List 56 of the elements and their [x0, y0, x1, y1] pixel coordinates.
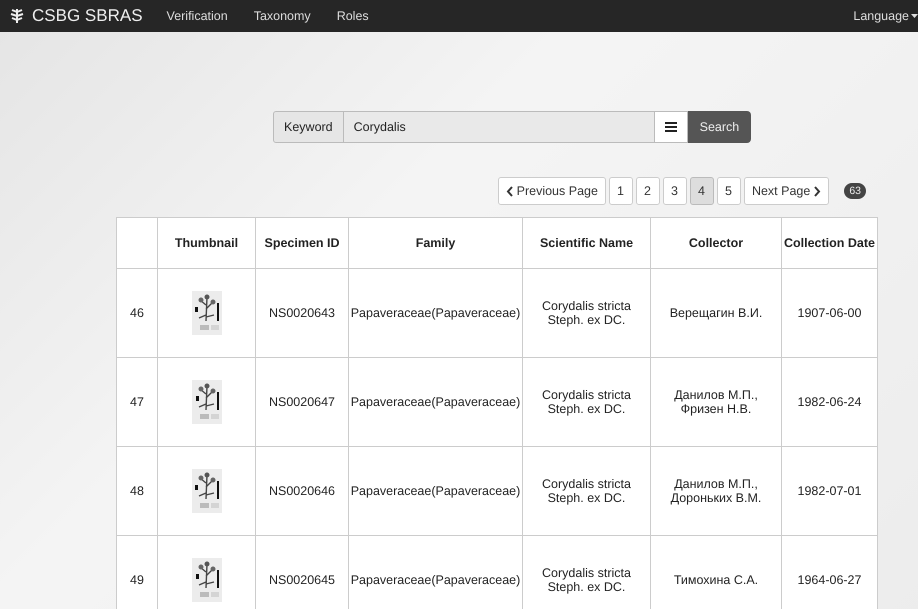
- family-name: Papaveraceae(Papaveraceae): [350, 573, 520, 587]
- scientific-name: Corydalis stricta Steph. ex DC.: [542, 477, 631, 505]
- page-button[interactable]: 4: [690, 177, 714, 205]
- nav-link[interactable]: Verification: [166, 9, 228, 23]
- collector-name: Данилов М.П., Дороньких В.М.: [670, 477, 762, 505]
- previous-page-button[interactable]: Previous Page: [498, 177, 606, 205]
- scientific-name: Corydalis stricta Steph. ex DC.: [542, 566, 631, 594]
- options-button[interactable]: [654, 111, 688, 143]
- caret-icon: [911, 14, 918, 18]
- row-number: 48: [130, 484, 144, 498]
- specimen-id: NS0020647: [268, 395, 336, 409]
- column-header: Thumbnail: [174, 236, 238, 250]
- row-number: 49: [130, 573, 144, 587]
- family-name: Papaveraceae(Papaveraceae): [350, 306, 520, 320]
- specimen-id: NS0020646: [268, 484, 336, 498]
- column-header: Collector: [688, 236, 744, 250]
- search-button[interactable]: Search: [688, 111, 752, 143]
- page-button[interactable]: 1: [608, 177, 633, 205]
- specimen-id: NS0020643: [268, 306, 336, 320]
- row-number: 46: [130, 306, 144, 320]
- column-header: Family: [416, 236, 456, 250]
- page-button[interactable]: 3: [662, 177, 687, 205]
- herbarium-thumbnail: [192, 558, 222, 602]
- family-name: Papaveraceae(Papaveraceae): [350, 395, 520, 409]
- brand-name[interactable]: CSBG SBRAS: [32, 6, 143, 26]
- nav-link[interactable]: Roles: [336, 9, 369, 23]
- nav-link[interactable]: Taxonomy: [254, 9, 311, 23]
- search-field[interactable]: Corydalis: [344, 111, 655, 143]
- herbarium-thumbnail: [192, 291, 222, 335]
- specimen-id: NS0020645: [268, 573, 336, 587]
- herbarium-thumbnail: [192, 380, 222, 424]
- scientific-name: Corydalis stricta Steph. ex DC.: [542, 299, 631, 327]
- collection-date: 1907-06-00: [798, 306, 862, 320]
- row-number: 47: [130, 395, 144, 409]
- chevron-left-icon: [506, 186, 513, 196]
- language-menu[interactable]: Language: [853, 9, 918, 23]
- collector-name: Верещагин В.И.: [670, 306, 762, 320]
- collector-name: Данилов М.П., Фризен Н.В.: [674, 388, 758, 416]
- collection-date: 1982-06-24: [798, 395, 862, 409]
- collector-name: Тимохина С.А.: [674, 573, 758, 587]
- page-button[interactable]: 5: [716, 177, 741, 205]
- column-header: Specimen ID: [264, 236, 340, 250]
- collection-date: 1982-07-01: [798, 484, 862, 498]
- family-name: Papaveraceae(Papaveraceae): [350, 484, 520, 498]
- keyword-label: Keyword: [273, 111, 344, 143]
- plant-logo-icon[interactable]: [10, 8, 24, 24]
- chevron-right-icon: [814, 186, 822, 196]
- scientific-name: Corydalis stricta Steph. ex DC.: [542, 388, 631, 416]
- result-count-badge: 63: [844, 183, 866, 199]
- page-button[interactable]: 2: [636, 177, 660, 205]
- herbarium-thumbnail: [192, 469, 222, 513]
- list-icon: [664, 122, 677, 132]
- collection-date: 1964-06-27: [798, 573, 862, 587]
- column-header: Scientific Name: [540, 236, 634, 250]
- next-page-button[interactable]: Next Page: [744, 177, 830, 205]
- column-header: Collection Date: [784, 236, 875, 250]
